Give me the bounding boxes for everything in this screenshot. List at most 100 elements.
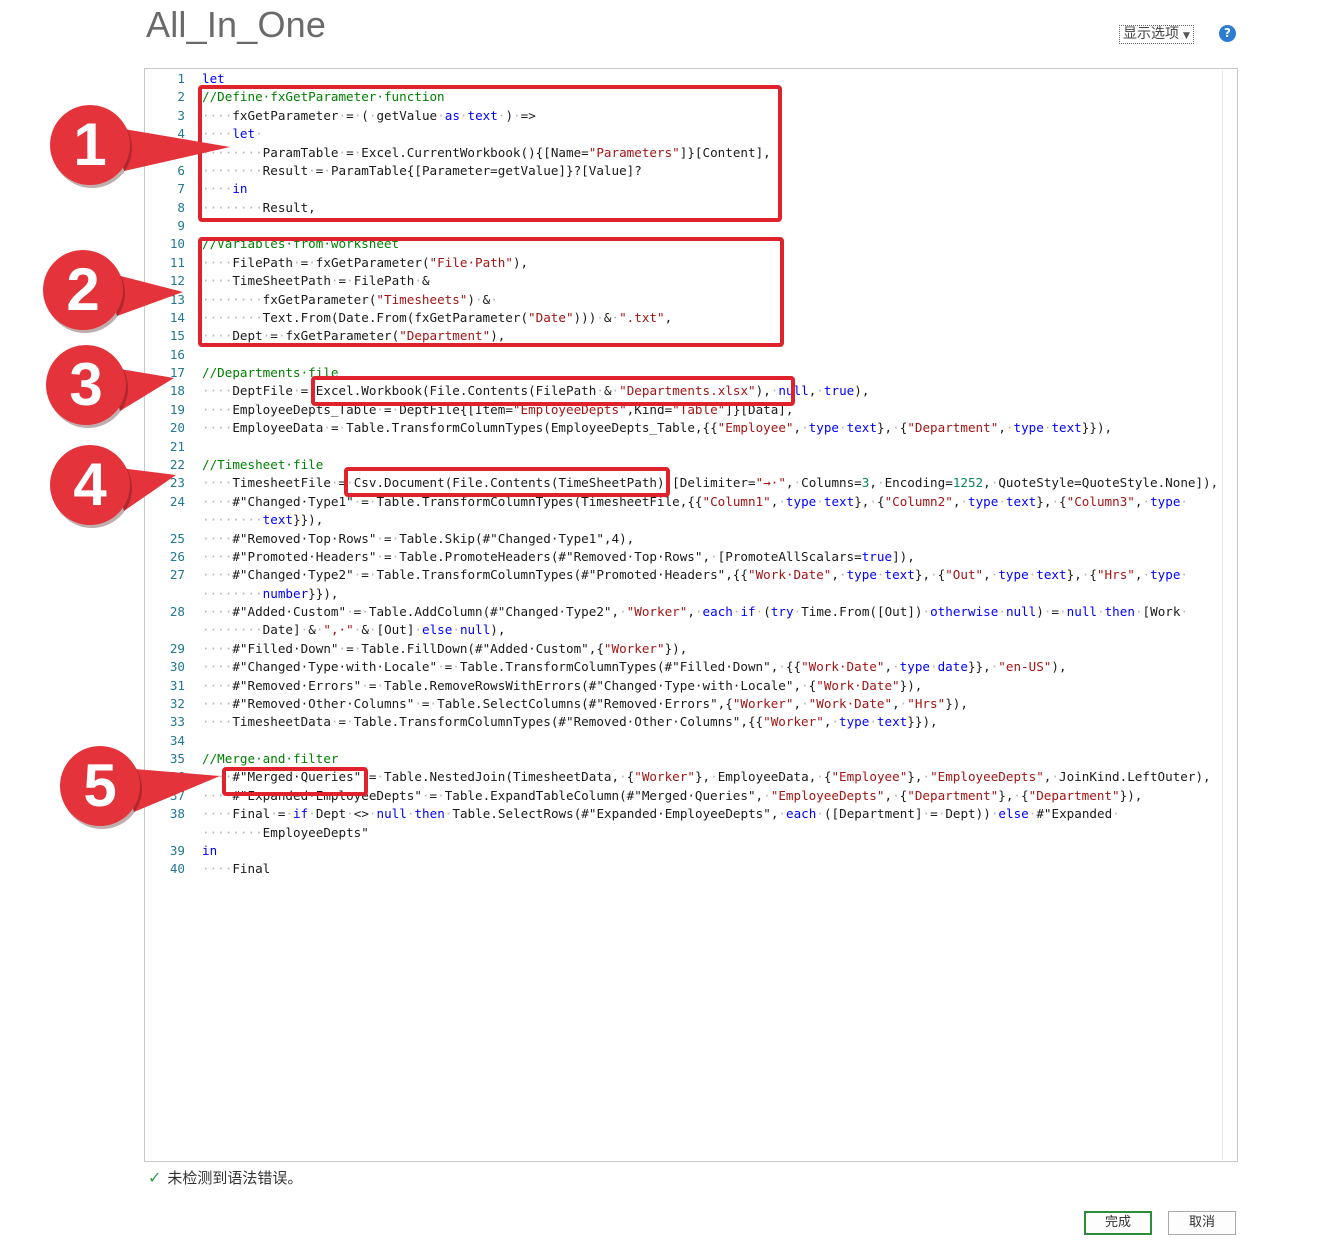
code-text: ········EmployeeDepts" xyxy=(202,824,1222,842)
code-token: }, xyxy=(694,769,711,785)
code-token: Columns= xyxy=(801,475,862,491)
code-token: }, xyxy=(998,787,1014,803)
code-token: & xyxy=(308,622,316,638)
code-token: · xyxy=(293,383,301,399)
code-token: · xyxy=(330,714,339,730)
code-token: Table.AddColumn(#"Changed·Type2", xyxy=(368,604,620,620)
code-token: = xyxy=(930,806,938,822)
code-token: }}), xyxy=(1081,420,1113,436)
code-token: try xyxy=(770,604,794,620)
code-text: ····Final xyxy=(202,860,1222,878)
code-token: = xyxy=(346,640,354,656)
code-token: · xyxy=(368,622,377,638)
code-token: "en-US" xyxy=(998,659,1052,675)
code-token: ···· xyxy=(202,677,233,693)
help-icon[interactable]: ? xyxy=(1219,25,1236,42)
code-token: · xyxy=(922,769,931,785)
code-token: "Department" xyxy=(907,420,999,436)
code-token: Table.FillDown(#"Added·Custom",{ xyxy=(361,640,604,656)
code-token: "Worker" xyxy=(763,714,824,730)
highlight-box-excel-workbook xyxy=(311,376,795,406)
code-token: · xyxy=(892,787,900,803)
code-token: else xyxy=(998,806,1029,822)
code-token: = xyxy=(1051,604,1060,620)
syntax-status: ✓ 未检测到语法错误。 xyxy=(148,1167,302,1188)
checkmark-icon: ✓ xyxy=(148,1168,162,1187)
code-token: ",·" xyxy=(323,622,354,638)
code-token: type xyxy=(808,420,840,436)
code-token: if xyxy=(740,604,756,620)
code-token: if xyxy=(293,806,309,822)
code-token: #"Promoted·Headers" xyxy=(232,548,377,564)
code-token: }, xyxy=(854,493,870,509)
code-token: Final xyxy=(232,806,271,822)
code-token: · xyxy=(1134,604,1143,620)
code-token: · xyxy=(368,806,377,822)
code-token: · xyxy=(376,530,384,546)
code-token: number xyxy=(262,585,309,601)
code-token: }, xyxy=(907,769,923,785)
code-token: · xyxy=(361,604,369,620)
code-token: text xyxy=(1036,567,1067,583)
code-token: · xyxy=(619,769,627,785)
code-token: · xyxy=(892,659,900,675)
code-token: · xyxy=(816,383,824,399)
code-token: · xyxy=(421,787,430,803)
code-token: type xyxy=(785,493,817,509)
code-token: //Merge·and·filter xyxy=(202,751,339,767)
code-token: type xyxy=(846,567,877,583)
code-token: , xyxy=(831,567,839,583)
code-token: · xyxy=(876,475,885,491)
code-token: & xyxy=(361,622,369,638)
code-token: , xyxy=(983,475,991,491)
code-token: "Employee" xyxy=(831,769,908,785)
code-token: Table.PromoteHeaders(#"Removed·Top·Rows"… xyxy=(399,548,711,564)
code-token: text xyxy=(884,567,915,583)
code-token: text xyxy=(846,420,877,436)
code-editor[interactable]: 1 let 2//Define·fxGetParameter·function 3 ··… xyxy=(144,68,1238,1162)
highlight-box-function xyxy=(198,85,782,222)
code-token: ), xyxy=(490,622,506,638)
code-token: · xyxy=(270,806,278,822)
code-token: 1252 xyxy=(952,475,984,491)
code-text: ····#"Removed·Other·Columns"·=·Table.Sel… xyxy=(202,695,1222,713)
code-token: }), xyxy=(1119,787,1143,803)
line-number: 2 xyxy=(177,89,185,105)
code-token: · xyxy=(869,714,877,730)
code-token: type xyxy=(998,567,1029,583)
code-token: "Work·Date" xyxy=(816,677,900,693)
code-token: · xyxy=(1013,787,1022,803)
code-token: ···· xyxy=(202,861,233,877)
code-text: ····#"Filled·Down"·=·Table.FillDown(#"Ad… xyxy=(202,640,1222,658)
code-token: · xyxy=(930,659,938,675)
code-token: TimesheetData xyxy=(232,714,331,730)
code-token: = xyxy=(338,714,347,730)
code-token: · xyxy=(778,493,786,509)
code-token: · xyxy=(1180,567,1189,583)
code-token: type xyxy=(839,714,870,730)
code-token: · xyxy=(414,622,423,638)
code-token: null xyxy=(376,806,407,822)
code-text: ····#"Changed·Type·with·Locale"·=·Table.… xyxy=(202,658,1222,676)
code-text: ········Date]·&·",·"·&·[Out]·else·null), xyxy=(202,621,1222,639)
display-options-dropdown[interactable]: 显示选项 ▼ xyxy=(1119,25,1194,44)
code-token: Table.TransformColumnTypes(#"Filled·Down… xyxy=(459,659,779,675)
code-token: · xyxy=(452,659,460,675)
code-token: {{ xyxy=(785,659,802,675)
code-token: each xyxy=(702,604,733,620)
code-token: · xyxy=(452,622,460,638)
code-token: · xyxy=(1180,493,1189,509)
callout-badge-1: 1 xyxy=(50,105,230,193)
code-token: #"Filled·Down" xyxy=(232,640,339,656)
code-token: Table.NestedJoin(TimesheetData, xyxy=(384,769,620,785)
code-token: ········ xyxy=(202,824,263,840)
code-token: DeptFile xyxy=(232,383,294,399)
cancel-button[interactable]: 取消 xyxy=(1168,1211,1236,1235)
code-token: otherwise xyxy=(930,604,999,620)
code-text: ····#"Promoted·Headers"·=·Table.PromoteH… xyxy=(202,548,1222,566)
done-button[interactable]: 完成 xyxy=(1084,1211,1152,1235)
code-token: · xyxy=(1142,493,1151,509)
code-token: }), xyxy=(664,640,688,656)
code-text: in xyxy=(202,842,1222,860)
code-token: · xyxy=(801,695,809,711)
